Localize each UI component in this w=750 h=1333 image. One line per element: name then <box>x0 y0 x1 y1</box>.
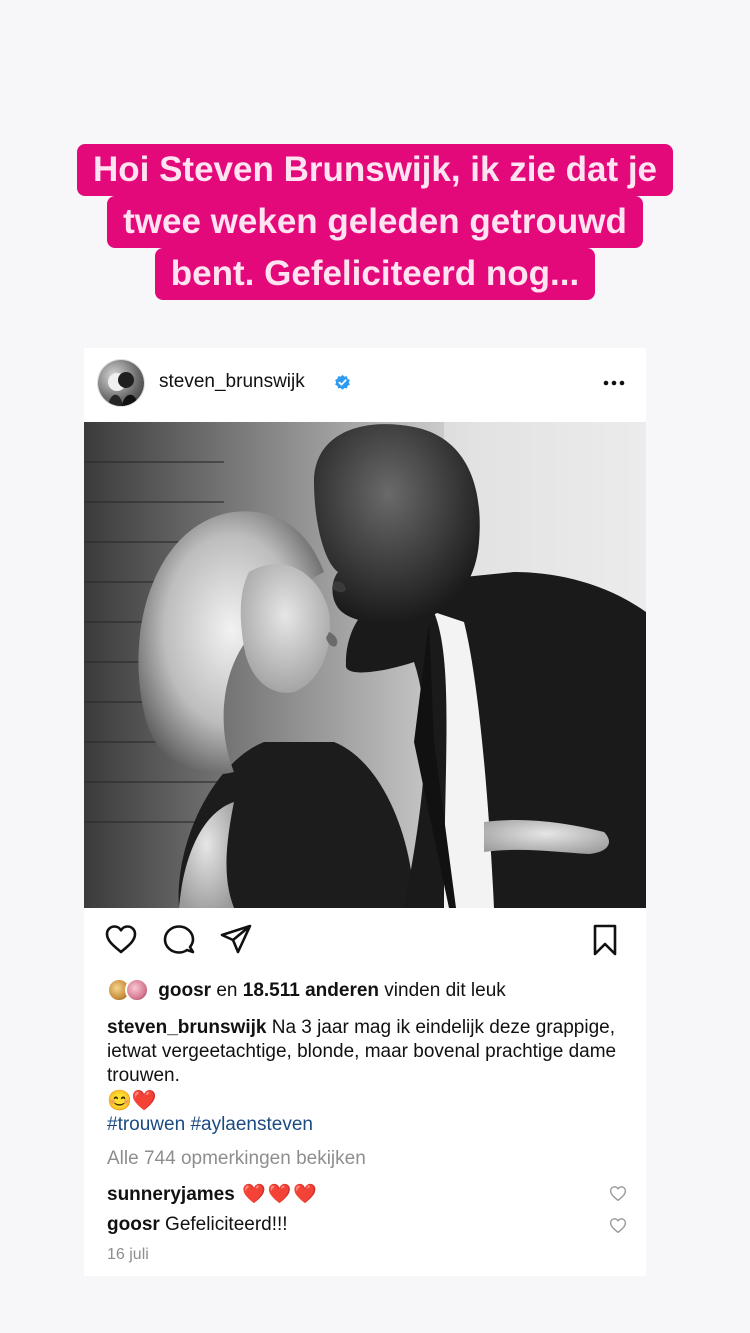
caption-hashtags[interactable]: #trouwen #aylaensteven <box>107 1114 313 1136</box>
caption-line-2: twee weken geleden getrouwd <box>107 196 643 248</box>
post-photo[interactable] <box>84 422 646 908</box>
caption-emojis: 😊❤️ <box>107 1090 157 1112</box>
likes-suffix: vinden dit leuk <box>379 980 506 1001</box>
likes-count[interactable]: 18.511 anderen <box>243 980 379 1001</box>
comment-row: sunneryjames ❤️❤️❤️ <box>107 1182 627 1206</box>
story-caption: Hoi Steven Brunswijk, ik zie dat je twee… <box>0 144 750 300</box>
comment-username[interactable]: goosr <box>107 1214 160 1235</box>
likes-line[interactable]: goosr en 18.511 anderen vinden dit leuk <box>107 978 627 1002</box>
comment-text: ❤️❤️❤️ <box>234 1184 320 1205</box>
liker-username[interactable]: goosr <box>158 980 211 1001</box>
post-actions <box>84 923 646 963</box>
heart-icon[interactable] <box>104 923 138 957</box>
instagram-post-card[interactable]: steven_brunswijk goosr en 18.511 anderen… <box>84 348 646 1276</box>
avatar <box>125 978 149 1002</box>
comment-like-icon[interactable] <box>609 1185 627 1203</box>
likes-connector: en <box>211 980 243 1001</box>
comment-icon[interactable] <box>162 923 196 957</box>
comment-row: goosr Gefeliciteerd!!! <box>107 1214 627 1236</box>
story-screen: Hoi Steven Brunswijk, ik zie dat je twee… <box>0 0 750 1333</box>
post-header: steven_brunswijk <box>84 348 646 422</box>
post-caption: steven_brunswijk Na 3 jaar mag ik eindel… <box>107 1016 632 1088</box>
comment-like-icon[interactable] <box>609 1217 627 1235</box>
comment-username[interactable]: sunneryjames <box>107 1184 235 1205</box>
more-options-icon[interactable] <box>602 371 626 395</box>
bookmark-icon[interactable] <box>588 923 622 957</box>
caption-author[interactable]: steven_brunswijk <box>107 1017 266 1038</box>
post-date: 16 juli <box>107 1246 149 1263</box>
verified-badge-icon <box>335 374 350 390</box>
share-icon[interactable] <box>219 923 253 957</box>
avatar[interactable] <box>98 360 144 406</box>
comment-text: Gefeliciteerd!!! <box>159 1214 288 1235</box>
post-username[interactable]: steven_brunswijk <box>159 371 305 393</box>
liker-avatars <box>107 978 153 1002</box>
caption-line-3: bent. Gefeliciteerd nog... <box>154 248 596 300</box>
view-all-comments-link[interactable]: Alle 744 opmerkingen bekijken <box>107 1148 366 1170</box>
caption-line-1: Hoi Steven Brunswijk, ik zie dat je <box>76 144 674 196</box>
